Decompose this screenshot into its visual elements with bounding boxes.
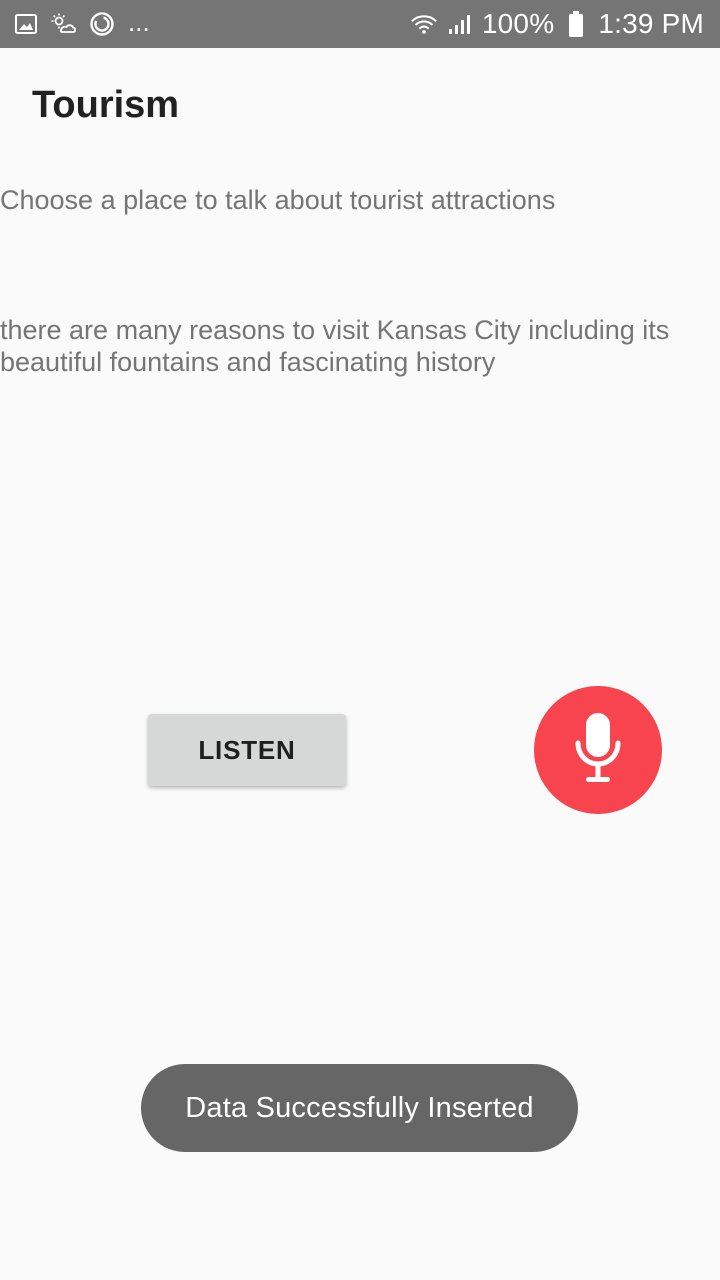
microphone-icon: [566, 709, 630, 792]
app-title: Tourism: [32, 84, 180, 126]
weather-icon: [50, 10, 78, 38]
wifi-icon: [410, 10, 438, 38]
signal-icon: [446, 10, 474, 38]
battery-percentage: 100%: [481, 8, 555, 39]
status-bar: ... 100% 1:39 PM: [0, 0, 720, 48]
image-icon: [12, 10, 40, 38]
clock: 1:39 PM: [598, 8, 704, 39]
app-screen: ... 100% 1:39 PM Tourism Choose a place …: [0, 0, 720, 1280]
speech-result-text: there are many reasons to visit Kansas C…: [0, 315, 670, 377]
toast-message: Data Successfully Inserted: [141, 1064, 578, 1152]
microphone-button[interactable]: [534, 686, 662, 814]
status-right-icons: 100% 1:39 PM: [410, 10, 704, 38]
more-notifications-indicator: ...: [128, 7, 150, 37]
battery-icon: [562, 10, 590, 38]
status-left-icons: ...: [12, 7, 150, 38]
sync-icon: [88, 10, 116, 38]
prompt-text: Choose a place to talk about tourist att…: [0, 185, 556, 215]
listen-button[interactable]: LISTEN: [148, 714, 346, 786]
